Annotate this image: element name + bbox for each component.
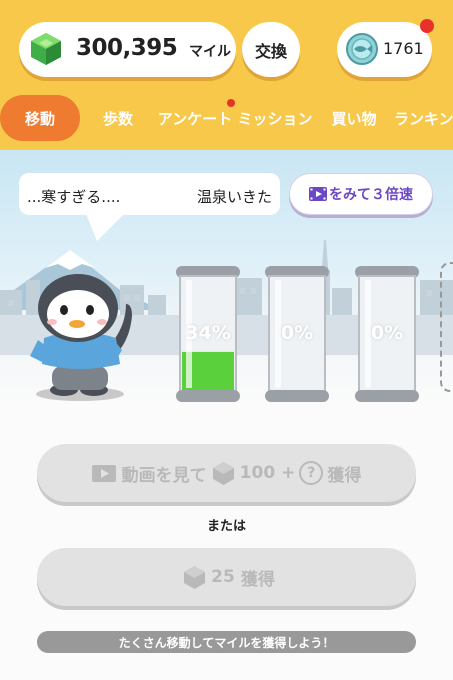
triple-speed-label: をみて３倍速: [329, 187, 413, 203]
claim-amount: 25: [211, 567, 235, 587]
gem-icon: [184, 565, 206, 589]
coin-value: 1761: [383, 39, 424, 58]
tank-percent: 0%: [280, 322, 314, 344]
or-separator: または: [206, 519, 246, 534]
tab-ranking[interactable]: ランキング: [394, 95, 453, 141]
tab-shopping[interactable]: 買い物: [330, 95, 378, 141]
notification-dot: [227, 99, 235, 107]
claim-suffix: 獲得: [240, 569, 275, 590]
video-icon: [309, 187, 327, 201]
tab-move[interactable]: 移動: [0, 95, 80, 141]
tab-survey[interactable]: アンケート: [158, 95, 232, 141]
tank-percent: 34%: [185, 322, 231, 344]
miles-value: 300,395: [76, 35, 178, 61]
speech-text: ...寒すぎる....: [27, 188, 121, 206]
hint-banner: たくさん移動してマイルを獲得しよう！: [37, 631, 416, 653]
fish-coin-icon: [346, 33, 378, 65]
green-gem-icon: [31, 33, 61, 65]
speech-text: 温泉いきた: [197, 188, 273, 206]
miles-unit: マイル: [189, 44, 231, 60]
claim-miles-button[interactable]: 25 獲得: [37, 548, 416, 606]
video-icon: [91, 464, 116, 482]
watch-video-triple-speed-button[interactable]: をみて３倍速: [289, 173, 433, 215]
tab-mission[interactable]: ミッション: [237, 95, 313, 141]
claim-suffix: 獲得: [327, 465, 362, 486]
mystery-bonus-icon: ?: [299, 461, 324, 485]
locked-tank-slot: [440, 262, 453, 392]
miles-balance[interactable]: 300,395 マイル: [19, 22, 236, 77]
tab-steps[interactable]: 歩数: [98, 95, 138, 141]
watch-video-claim-button[interactable]: 動画を見て 100 + ? 獲得: [37, 444, 416, 502]
exchange-button[interactable]: 交換: [242, 22, 300, 77]
coin-balance[interactable]: 1761: [337, 19, 434, 77]
watch-video-label: 動画を見て: [121, 465, 207, 486]
gem-icon: [212, 461, 234, 485]
penguin-character: [30, 274, 132, 401]
speech-bubble-tail: [85, 211, 127, 241]
notification-dot: [420, 19, 434, 33]
tank-percent: 0%: [370, 322, 404, 344]
bonus-amount: 100 +: [239, 463, 296, 483]
